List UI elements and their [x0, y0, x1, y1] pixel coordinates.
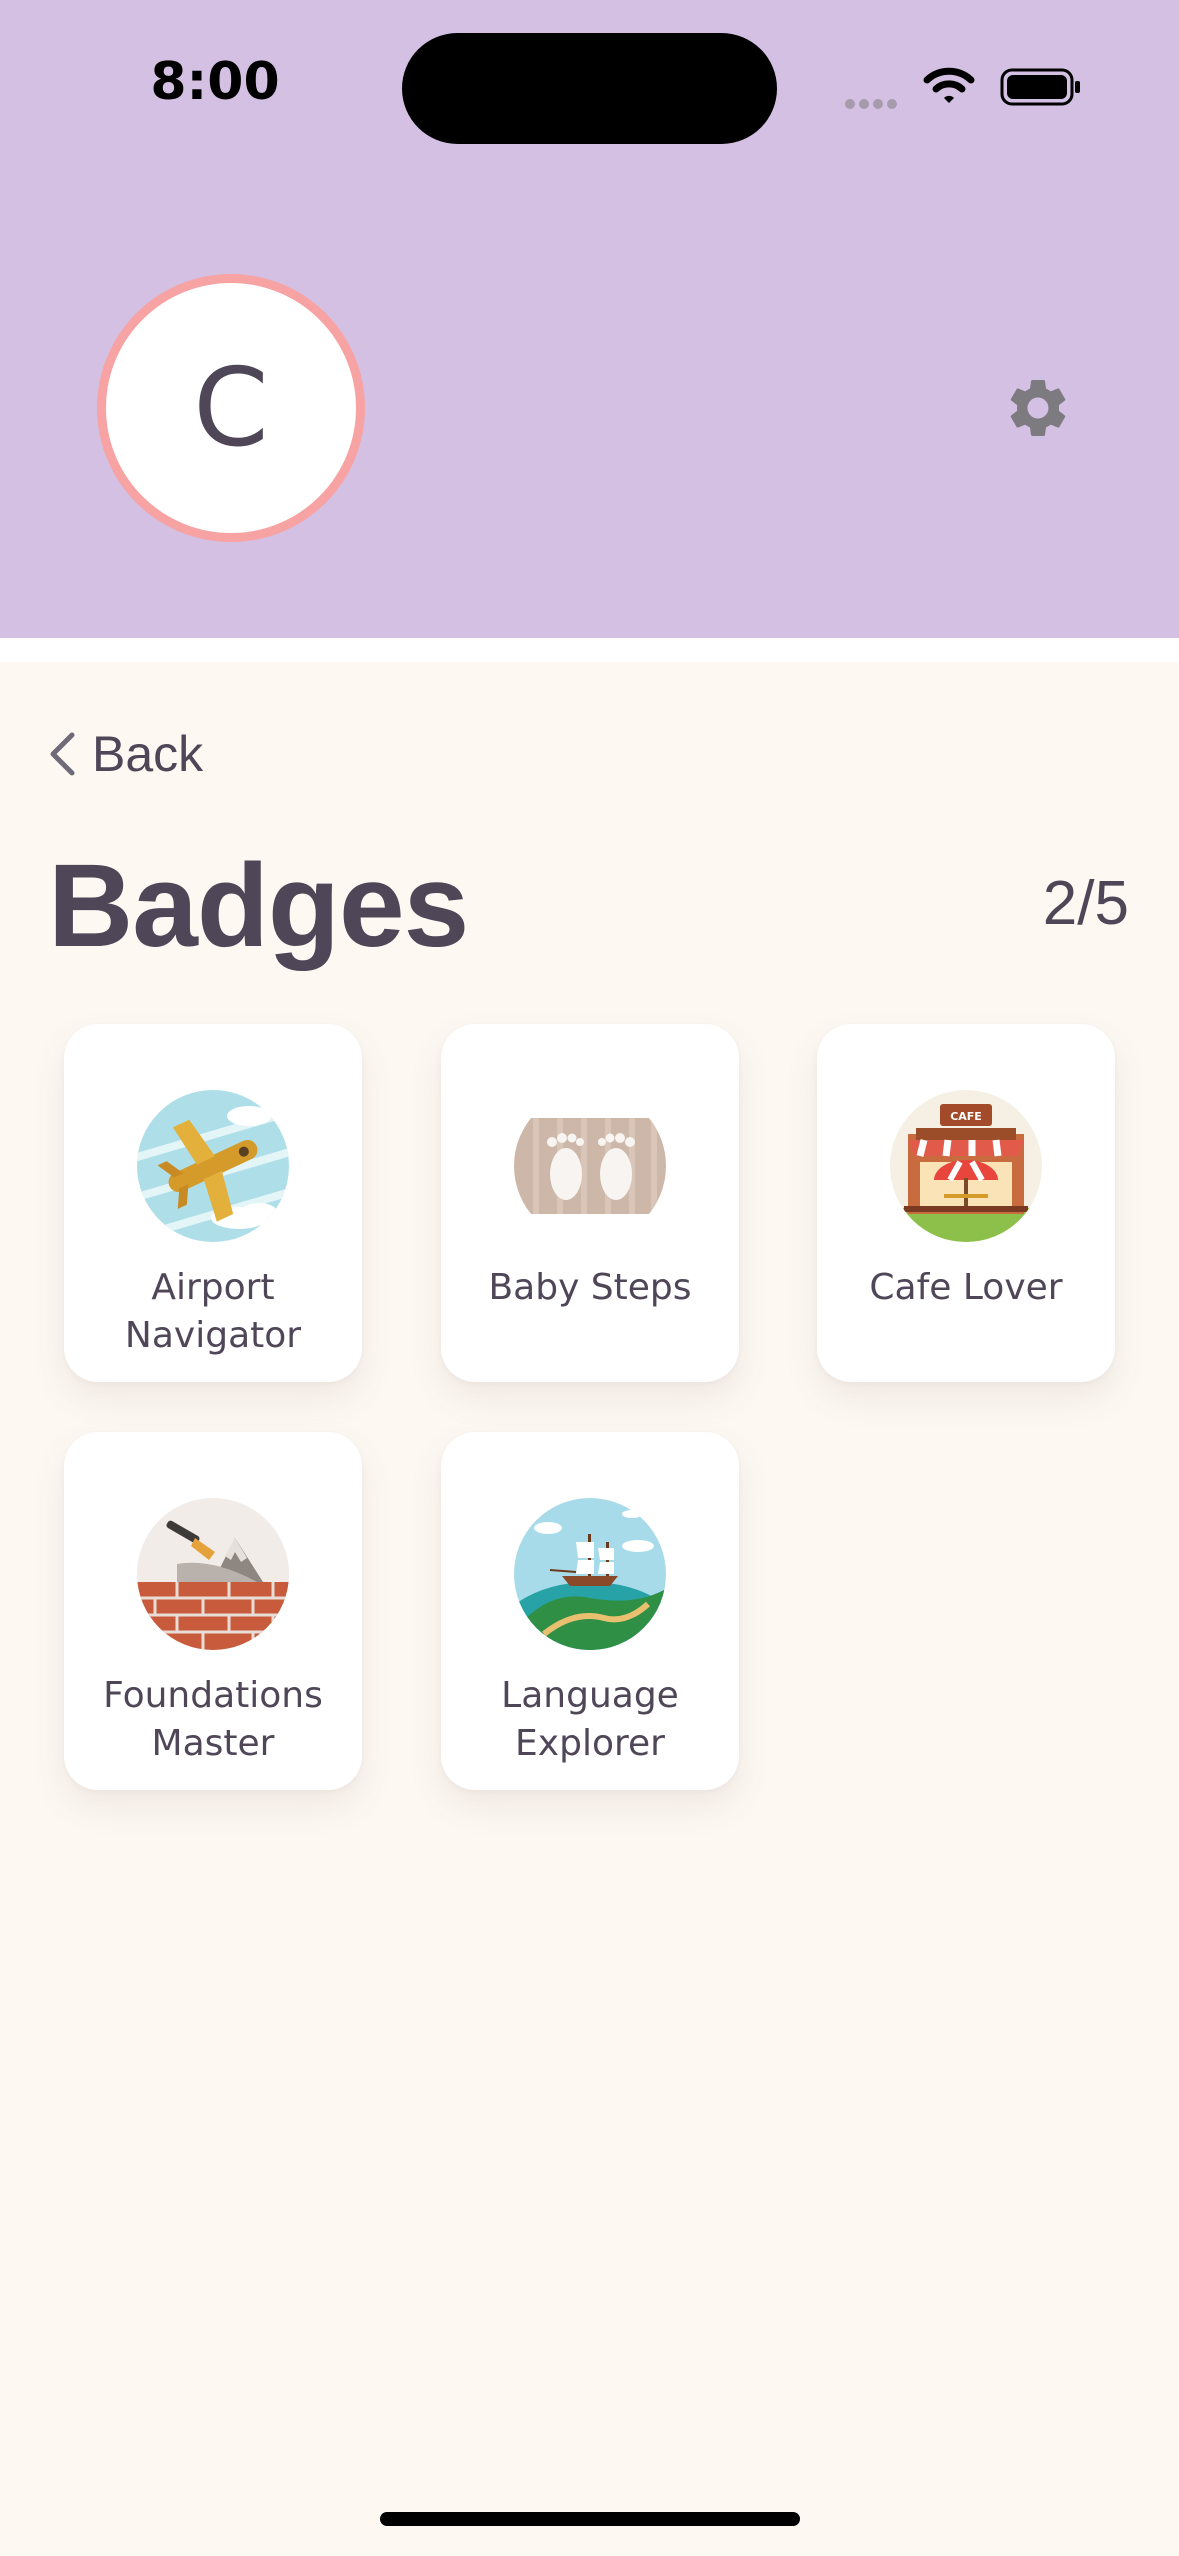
brick-wall-badge-icon — [137, 1498, 289, 1650]
avatar[interactable]: C — [97, 274, 365, 542]
badge-name: Foundations Master — [103, 1675, 323, 1764]
cellular-signal-icon — [845, 96, 901, 109]
status-bar-time: 8:00 — [150, 52, 280, 112]
wifi-icon — [923, 67, 975, 103]
chevron-left-icon — [50, 732, 75, 776]
badge-card-foundations-master[interactable]: Foundations Master — [64, 1432, 362, 1790]
ship-globe-badge-icon — [514, 1498, 666, 1650]
gear-icon — [1010, 380, 1066, 436]
badge-name: Airport Navigator — [124, 1267, 302, 1356]
page-title: Badges — [48, 840, 469, 972]
badge-card-cafe-lover[interactable]: CAFE Cafe Lover — [817, 1024, 1115, 1382]
badge-count: 2/5 — [1042, 869, 1129, 938]
dynamic-island — [402, 33, 777, 144]
battery-icon — [1000, 68, 1080, 106]
header-divider — [0, 638, 1179, 662]
settings-button[interactable] — [1000, 370, 1076, 446]
airplane-badge-icon — [137, 1090, 289, 1242]
badge-card-language-explorer[interactable]: Language Explorer — [441, 1432, 739, 1790]
back-button[interactable]: Back — [48, 722, 203, 786]
badge-card-baby-steps[interactable]: Baby Steps — [441, 1024, 739, 1382]
badge-name: Cafe Lover — [869, 1267, 1063, 1308]
back-label: Back — [92, 726, 204, 782]
footprints-badge-icon — [514, 1090, 666, 1242]
cafe-sign-text: CAFE — [950, 1110, 982, 1123]
badge-name: Baby Steps — [488, 1267, 692, 1308]
cafe-badge-icon: CAFE — [890, 1090, 1042, 1242]
badge-name: Language Explorer — [501, 1675, 679, 1764]
badge-card-airport-navigator[interactable]: Airport Navigator — [64, 1024, 362, 1382]
home-indicator[interactable] — [380, 2512, 800, 2526]
